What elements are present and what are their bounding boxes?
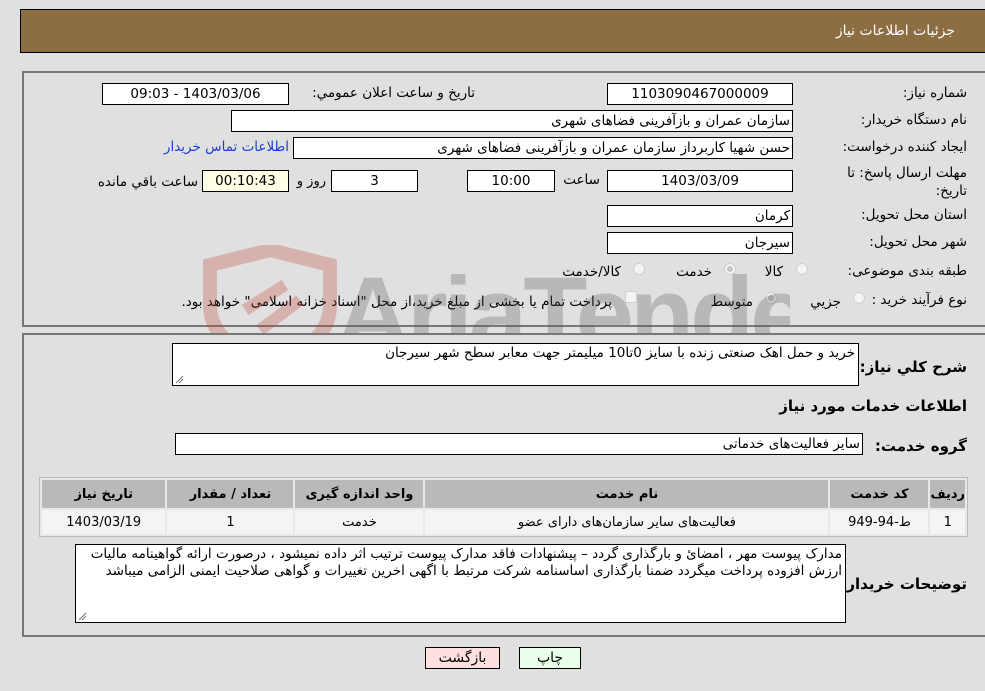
table-header-row: رديف کد خدمت نام خدمت واحد اندازه گیری ت… (42, 480, 965, 508)
treasury-label: پرداخت تمام یا بخشی از مبلغ خرید،از محل … (181, 294, 612, 310)
category-option-goods: کالا (764, 264, 783, 280)
announce-datetime-label: تاریخ و ساعت اعلان عمومي: (312, 85, 475, 101)
page-header: جزئیات اطلاعات نیاز (20, 9, 985, 53)
category-option-service: خدمت (676, 264, 712, 280)
buyer-notes-text: مدارک پیوست مهر ، امضائ و بارگذاری گردد … (90, 546, 842, 579)
col-quantity: تعداد / مقدار (167, 480, 294, 508)
need-number-label: شماره نیاز: (902, 85, 967, 101)
cell-service-name: فعالیت‌های سایر سازمان‌های دارای عضو (425, 510, 829, 534)
summary-label: شرح کلي نياز: (859, 358, 967, 376)
province-label: استان محل تحويل: (861, 207, 967, 223)
category-radio-goods-service[interactable] (633, 263, 645, 275)
province-field: کرمان (607, 205, 793, 227)
purchase-radio-medium[interactable] (765, 292, 777, 304)
city-label: شهر محل تحويل: (869, 234, 967, 250)
services-heading: اطلاعات خدمات مورد نياز (779, 397, 967, 415)
cell-quantity: 1 (167, 510, 294, 534)
summary-textarea[interactable]: خرید و حمل اهک صنعتی زنده با سایز 0تا10 … (172, 343, 859, 386)
col-service-code: کد خدمت (830, 480, 929, 508)
col-service-name: نام خدمت (425, 480, 829, 508)
treasury-checkbox[interactable] (625, 291, 637, 303)
deadline-label: مهلت ارسال پاسخ: تا تاریخ: (847, 165, 967, 199)
city-field: سیرجان (607, 232, 793, 254)
category-option-goods-service: کالا/خدمت (562, 264, 621, 280)
service-group-field: سایر فعالیت‌های خدماتی (175, 433, 863, 455)
summary-text: خرید و حمل اهک صنعتی زنده با سایز 0تا10 … (385, 345, 855, 361)
announce-datetime-field: 1403/03/06 - 09:03 (102, 83, 289, 105)
buyer-org-label: نام دستگاه خريدار: (860, 112, 967, 128)
cell-service-code: ط-94-949 (830, 510, 929, 534)
col-need-date: تاریخ نیاز (42, 480, 166, 508)
requester-label: ايجاد کننده درخواست: (842, 139, 967, 155)
remaining-days-field: 3 (331, 170, 418, 192)
col-unit: واحد اندازه گیری (295, 480, 424, 508)
category-label: طبقه بندی موضوعی: (847, 263, 967, 279)
deadline-time-label: ساعت (563, 172, 600, 188)
cell-unit: خدمت (295, 510, 424, 534)
resize-grip-icon[interactable] (174, 374, 184, 384)
requester-field: حسن شهیا کاربرداز سازمان عمران و بازآفری… (293, 137, 793, 159)
category-radio-service[interactable] (724, 263, 736, 275)
cell-row-number: 1 (930, 510, 965, 534)
table-row: 1 ط-94-949 فعالیت‌های سایر سازمان‌های دا… (42, 510, 965, 534)
back-button[interactable]: بازگشت (425, 647, 500, 669)
services-table: رديف کد خدمت نام خدمت واحد اندازه گیری ت… (39, 477, 968, 537)
deadline-date-field: 1403/03/09 (607, 170, 793, 192)
service-group-label: گروه خدمت: (874, 437, 967, 455)
col-row-number: رديف (930, 480, 965, 508)
cell-need-date: 1403/03/19 (42, 510, 166, 534)
remaining-time-label: ساعت باقي مانده (97, 174, 198, 190)
category-radio-goods[interactable] (796, 263, 808, 275)
buyer-contact-link[interactable]: اطلاعات تماس خریدار (164, 139, 289, 155)
need-number-field: 1103090467000009 (607, 83, 793, 105)
buyer-notes-label: توضیحات خریدار: (840, 575, 967, 593)
remaining-time-field: 00:10:43 (202, 170, 289, 192)
resize-grip-icon[interactable] (77, 611, 87, 621)
page-title: جزئیات اطلاعات نیاز (835, 23, 955, 39)
print-button[interactable]: چاپ (519, 647, 581, 669)
purchase-radio-minor[interactable] (853, 292, 865, 304)
buyer-notes-textarea[interactable]: مدارک پیوست مهر ، امضائ و بارگذاری گردد … (75, 544, 846, 623)
days-label: روز و (296, 174, 326, 189)
purchase-type-label: نوع فرآیند خرید : (871, 292, 967, 308)
purchase-option-medium: متوسط (710, 294, 753, 310)
deadline-time-field: 10:00 (467, 170, 555, 192)
buyer-org-field: سازمان عمران و بازآفرینی فضاهای شهری (231, 110, 793, 132)
purchase-option-minor: جزيي (810, 294, 841, 310)
